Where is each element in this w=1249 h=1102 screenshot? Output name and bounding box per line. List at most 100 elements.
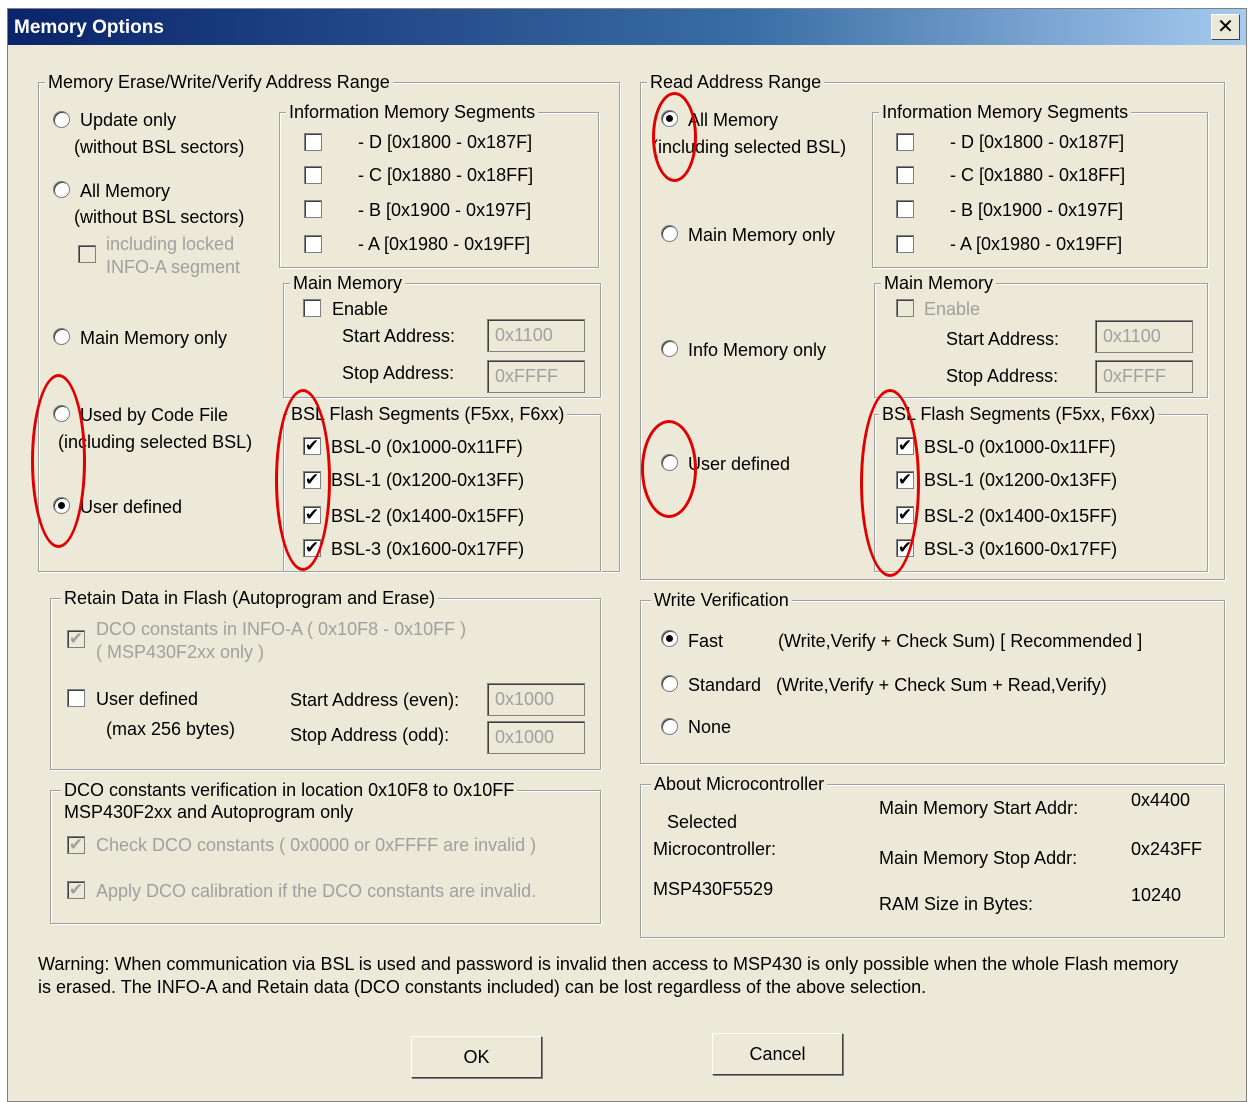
erase-stop-address-field[interactable]: 0xFFFF	[487, 360, 585, 393]
read-all-memory-sublabel: (including selected BSL)	[652, 137, 847, 157]
read-stop-address-label: Stop Address:	[946, 366, 1059, 386]
erase-info-b-checkbox[interactable]	[304, 200, 322, 218]
ram-size-label: RAM Size in Bytes:	[879, 894, 1034, 914]
selected-label-2: Microcontroller:	[653, 839, 777, 859]
read-bsl2-label: BSL-2 (0x1400-0x15FF)	[924, 506, 1118, 526]
retain-max-bytes-label: (max 256 bytes)	[106, 719, 236, 739]
erase-update-only-radio[interactable]	[53, 111, 70, 128]
dco-verification-legend-1: DCO constants verification in location 0…	[61, 778, 518, 802]
read-info-segments-legend: Information Memory Segments	[879, 100, 1132, 124]
read-info-d-label: - D [0x1800 - 0x187F]	[950, 132, 1125, 152]
verify-standard-radio[interactable]	[661, 675, 678, 692]
dco-verification-legend-2: MSP430F2xx and Autoprogram only	[64, 802, 354, 822]
erase-info-a-checkbox[interactable]	[304, 235, 322, 253]
retain-user-defined-label: User defined	[96, 689, 199, 709]
erase-update-only-label: Update only	[80, 110, 177, 130]
verify-none-radio[interactable]	[661, 718, 678, 735]
erase-info-d-checkbox[interactable]	[304, 133, 322, 151]
warning-text-1: Warning: When communication via BSL is u…	[38, 954, 1179, 974]
erase-user-defined-label: User defined	[80, 497, 183, 517]
erase-code-file-radio[interactable]	[53, 405, 70, 422]
erase-bsl2-checkbox[interactable]: ✔	[303, 506, 321, 524]
read-info-b-label: - B [0x1900 - 0x197F]	[950, 200, 1124, 220]
verify-fast-desc: (Write,Verify + Check Sum) [ Recommended…	[778, 631, 1143, 651]
erase-main-enable-label: Enable	[332, 299, 389, 319]
apply-dco-checkbox[interactable]: ✔	[67, 881, 85, 899]
erase-code-file-sublabel: (including selected BSL)	[58, 432, 253, 452]
erase-bsl1-label: BSL-1 (0x1200-0x13FF)	[331, 470, 525, 490]
read-all-memory-label: All Memory	[688, 110, 779, 130]
read-info-c-label: - C [0x1880 - 0x18FF]	[950, 165, 1126, 185]
title-bar: Memory Options ✕	[8, 9, 1246, 45]
retain-start-address-field[interactable]: 0x1000	[487, 683, 585, 716]
verify-fast-label: Fast	[688, 631, 724, 651]
retain-dco-label-1: DCO constants in INFO-A ( 0x10F8 - 0x10F…	[96, 619, 467, 639]
retain-stop-address-label: Stop Address (odd):	[290, 725, 450, 745]
erase-start-address-field[interactable]: 0x1100	[487, 319, 585, 352]
erase-main-memory-label: Main Memory only	[80, 328, 228, 348]
read-range-legend: Read Address Range	[647, 70, 825, 94]
include-locked-label-2: INFO-A segment	[106, 257, 241, 277]
read-bsl2-checkbox[interactable]: ✔	[896, 506, 914, 524]
window-title: Memory Options	[14, 17, 164, 38]
read-main-memory-legend: Main Memory	[881, 271, 997, 295]
erase-stop-address-label: Stop Address:	[342, 363, 455, 383]
erase-bsl3-label: BSL-3 (0x1600-0x17FF)	[331, 539, 525, 559]
erase-all-memory-radio[interactable]	[53, 181, 70, 198]
main-stop-addr-label: Main Memory Stop Addr:	[879, 848, 1078, 868]
erase-range-legend: Memory Erase/Write/Verify Address Range	[45, 70, 393, 94]
read-main-enable-checkbox[interactable]	[896, 299, 914, 317]
device-name: MSP430F5529	[653, 879, 774, 899]
retain-dco-label-2: ( MSP430F2xx only )	[96, 642, 265, 662]
erase-start-address-label: Start Address:	[342, 326, 456, 346]
read-main-enable-label: Enable	[924, 299, 981, 319]
erase-main-memory-radio[interactable]	[53, 328, 70, 345]
erase-main-enable-checkbox[interactable]	[303, 299, 321, 317]
retain-data-legend: Retain Data in Flash (Autoprogram and Er…	[61, 586, 439, 610]
read-bsl3-checkbox[interactable]: ✔	[896, 539, 914, 557]
include-locked-infoa-checkbox[interactable]	[78, 245, 96, 263]
read-info-memory-radio[interactable]	[661, 340, 678, 357]
read-main-memory-label: Main Memory only	[688, 225, 836, 245]
read-info-b-checkbox[interactable]	[896, 200, 914, 218]
read-bsl3-label: BSL-3 (0x1600-0x17FF)	[924, 539, 1118, 559]
read-bsl-segments-legend: BSL Flash Segments (F5xx, F6xx)	[879, 402, 1159, 426]
read-info-d-checkbox[interactable]	[896, 133, 914, 151]
read-start-address-field[interactable]: 0x1100	[1095, 320, 1193, 353]
close-icon[interactable]: ✕	[1211, 14, 1240, 40]
read-bsl1-checkbox[interactable]: ✔	[896, 471, 914, 489]
warning-text-2: is erased. The INFO-A and Retain data (D…	[38, 977, 927, 997]
verify-fast-radio[interactable]	[661, 630, 678, 647]
read-bsl0-checkbox[interactable]: ✔	[896, 437, 914, 455]
erase-bsl1-checkbox[interactable]: ✔	[303, 471, 321, 489]
read-user-defined-radio[interactable]	[661, 454, 678, 471]
erase-bsl3-checkbox[interactable]: ✔	[303, 539, 321, 557]
retain-stop-address-field[interactable]: 0x1000	[487, 721, 585, 754]
check-dco-label: Check DCO constants ( 0x0000 or 0xFFFF a…	[96, 835, 537, 855]
ok-button[interactable]: OK	[411, 1036, 542, 1078]
erase-all-memory-sublabel: (without BSL sectors)	[74, 207, 245, 227]
about-microcontroller-legend: About Microcontroller	[651, 772, 828, 796]
retain-dco-checkbox[interactable]: ✔	[67, 630, 85, 648]
write-verification-legend: Write Verification	[651, 588, 792, 612]
read-info-c-checkbox[interactable]	[896, 166, 914, 184]
erase-main-memory-legend: Main Memory	[290, 271, 406, 295]
read-all-memory-radio[interactable]	[661, 110, 678, 127]
erase-all-memory-label: All Memory	[80, 181, 171, 201]
erase-info-a-label: - A [0x1980 - 0x19FF]	[358, 234, 531, 254]
read-info-a-checkbox[interactable]	[896, 235, 914, 253]
verify-standard-desc: (Write,Verify + Check Sum + Read,Verify)	[776, 675, 1107, 695]
erase-bsl-segments-legend: BSL Flash Segments (F5xx, F6xx)	[288, 402, 568, 426]
erase-code-file-label: Used by Code File	[80, 405, 229, 425]
erase-bsl2-label: BSL-2 (0x1400-0x15FF)	[331, 506, 525, 526]
erase-bsl0-checkbox[interactable]: ✔	[303, 437, 321, 455]
read-stop-address-field[interactable]: 0xFFFF	[1095, 360, 1193, 393]
erase-info-c-checkbox[interactable]	[304, 166, 322, 184]
read-main-memory-radio[interactable]	[661, 225, 678, 242]
retain-start-address-label: Start Address (even):	[290, 690, 460, 710]
erase-user-defined-radio[interactable]	[53, 497, 70, 514]
cancel-button[interactable]: Cancel	[712, 1033, 843, 1075]
retain-user-defined-checkbox[interactable]	[67, 689, 85, 707]
check-dco-checkbox[interactable]: ✔	[67, 836, 85, 854]
read-info-a-label: - A [0x1980 - 0x19FF]	[950, 234, 1123, 254]
